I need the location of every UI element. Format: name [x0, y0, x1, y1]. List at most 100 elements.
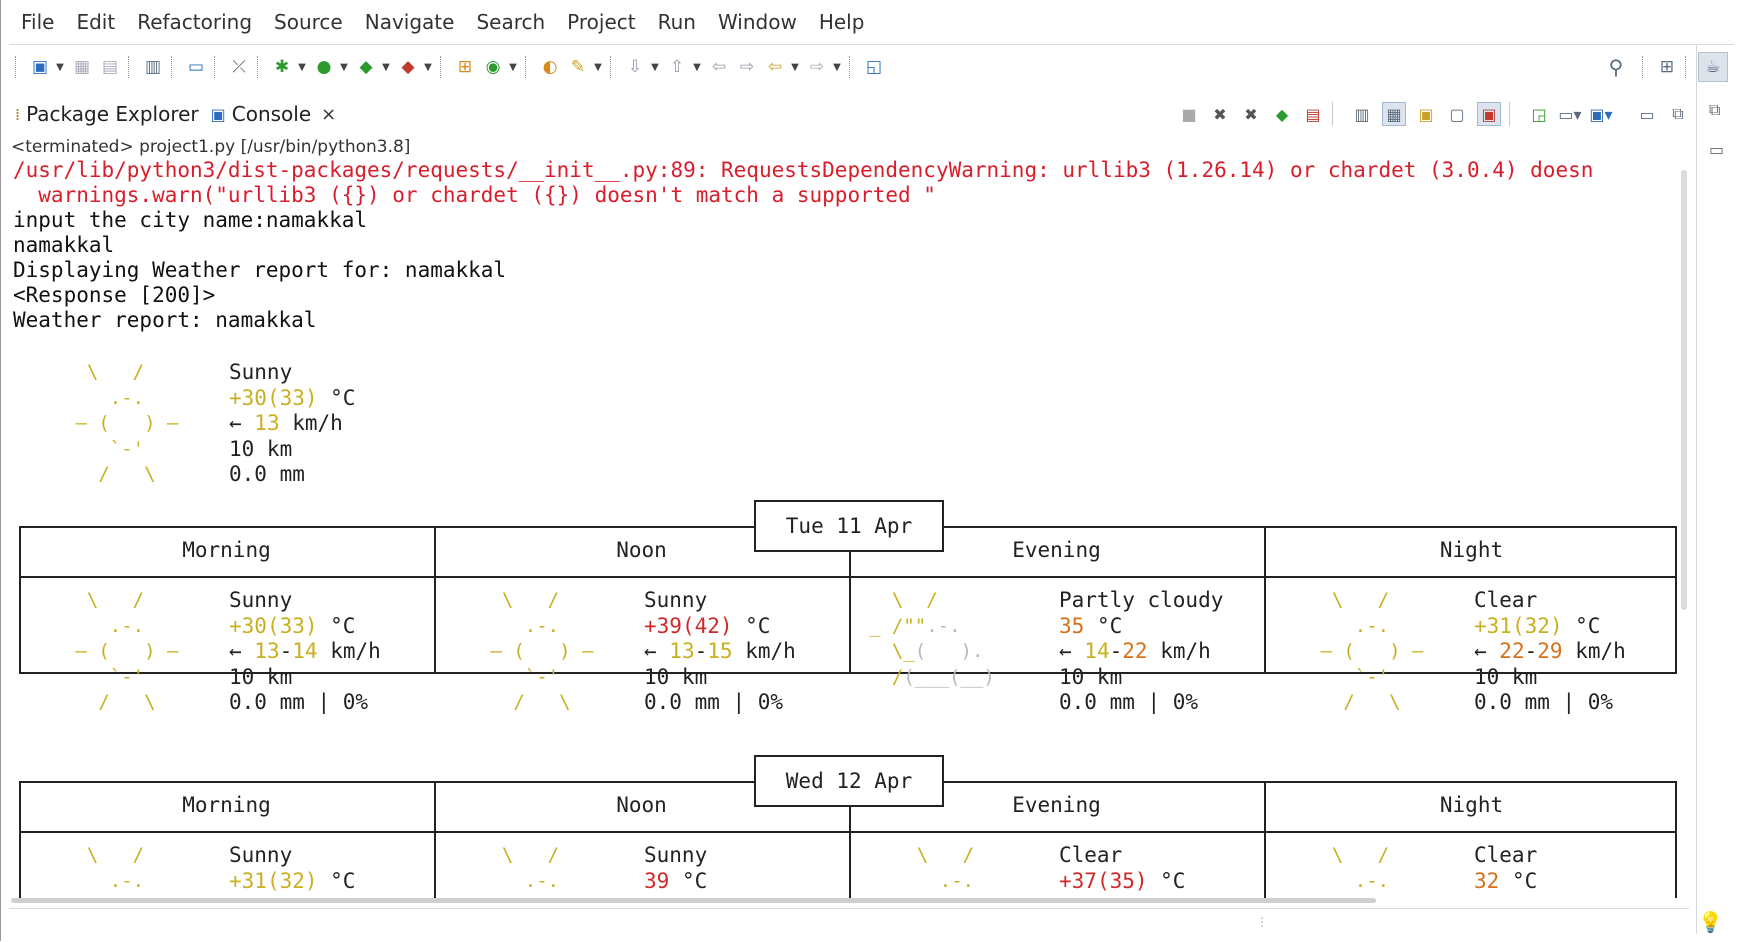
- lightbulb-icon[interactable]: 💡: [1698, 910, 1723, 934]
- toolbar-separator: [849, 56, 852, 78]
- tab-console[interactable]: ▣ Console ×: [204, 94, 343, 134]
- menu-navigate[interactable]: Navigate: [365, 10, 455, 34]
- terminate-icon[interactable]: ■: [1178, 103, 1200, 125]
- run-dropdown-icon[interactable]: ▼: [338, 55, 350, 79]
- clear-console-icon[interactable]: ▤: [1302, 103, 1324, 125]
- debug-icon[interactable]: ✱: [270, 55, 294, 79]
- skip-breakpoints-icon[interactable]: ⤫: [227, 55, 251, 79]
- precip: 0.0 mm | 0%: [644, 690, 784, 714]
- new-class-dropdown-icon[interactable]: ▼: [507, 55, 519, 79]
- search-tool-icon[interactable]: ✎: [566, 55, 590, 79]
- temp: +30: [229, 613, 267, 638]
- external-tools-icon[interactable]: ◆: [396, 55, 420, 79]
- coverage-icon[interactable]: ◆: [354, 55, 378, 79]
- debug-dropdown-icon[interactable]: ▼: [296, 55, 308, 79]
- back-icon[interactable]: ⇦: [763, 55, 787, 79]
- package-explorer-icon: ⁞: [15, 104, 21, 124]
- menu-project[interactable]: Project: [567, 10, 635, 34]
- forward-edit-icon[interactable]: ⇨: [735, 55, 759, 79]
- next-annotation-dropdown-icon[interactable]: ▼: [649, 55, 661, 79]
- period-header: Morning: [182, 793, 271, 817]
- wind-sep: -: [1524, 639, 1538, 663]
- sun-ascii-art: \ / .-.: [86, 844, 145, 892]
- display-selected-console-icon[interactable]: ◲: [1528, 103, 1550, 125]
- run-config-icon[interactable]: ◆: [1271, 103, 1293, 125]
- forward-dropdown-icon[interactable]: ▼: [831, 55, 843, 79]
- wind-min: 22: [1499, 639, 1525, 663]
- new-class-icon[interactable]: ◉: [481, 55, 505, 79]
- input-prompt-line: input the city name:namakkal: [13, 208, 368, 232]
- back-dropdown-icon[interactable]: ▼: [789, 55, 801, 79]
- open-console-dropdown-icon[interactable]: ▭▾: [1558, 103, 1581, 125]
- show-on-stderr-icon[interactable]: ▢: [1446, 103, 1468, 125]
- temp: 39: [644, 868, 670, 893]
- save-icon[interactable]: ▦: [70, 55, 94, 79]
- previous-annotation-dropdown-icon[interactable]: ▼: [691, 55, 703, 79]
- tab-label: Console: [231, 102, 312, 126]
- close-icon[interactable]: ×: [321, 104, 336, 125]
- external-tools-dropdown-icon[interactable]: ▼: [422, 55, 434, 79]
- new-icon[interactable]: ▣: [28, 55, 52, 79]
- remove-all-terminated-icon[interactable]: ✖: [1240, 103, 1262, 125]
- horizontal-scrollbar[interactable]: [11, 898, 1376, 903]
- run-icon[interactable]: ●: [312, 55, 336, 79]
- menu-search[interactable]: Search: [476, 10, 545, 34]
- console-output[interactable]: <terminated> project1.py [/usr/bin/pytho…: [9, 136, 1689, 898]
- outline-icon[interactable]: ▭: [1709, 140, 1724, 159]
- menu-help[interactable]: Help: [819, 10, 865, 34]
- feels-like: (32): [266, 868, 318, 893]
- menu-source[interactable]: Source: [274, 10, 343, 34]
- precip: 0.0 mm | 0%: [1474, 690, 1614, 714]
- previous-annotation-icon[interactable]: ⇧: [665, 55, 689, 79]
- new-package-icon[interactable]: ⊞: [453, 55, 477, 79]
- wind-min: 13: [254, 639, 280, 663]
- menu-window[interactable]: Window: [718, 10, 797, 34]
- temp-unit: °C: [1084, 613, 1123, 638]
- menu-bar: File Edit Refactoring Source Navigate Se…: [9, 4, 886, 40]
- current-wind: 13: [254, 411, 280, 435]
- open-type-icon[interactable]: ◐: [538, 55, 562, 79]
- word-wrap-icon[interactable]: ▦: [1382, 102, 1406, 126]
- scroll-lock-icon[interactable]: ▥: [1351, 103, 1373, 125]
- new-console-icon[interactable]: ▣▾: [1589, 103, 1612, 125]
- period-header: Noon: [616, 538, 667, 562]
- forward-icon[interactable]: ⇨: [805, 55, 829, 79]
- maximize-icon[interactable]: ⧉: [1667, 103, 1689, 125]
- vertical-scrollbar[interactable]: [1681, 170, 1687, 610]
- pin-console-icon[interactable]: ▣: [1477, 102, 1501, 126]
- search-icon[interactable]: ⚲: [1604, 55, 1628, 79]
- toolbar-separator: [128, 56, 131, 78]
- search-tool-dropdown-icon[interactable]: ▼: [592, 55, 604, 79]
- current-precip: 0.0 mm: [229, 462, 305, 486]
- wind-unit: km/h: [279, 411, 343, 435]
- menu-refactoring[interactable]: Refactoring: [137, 10, 252, 34]
- temp: +31: [1474, 613, 1512, 638]
- new-dropdown-icon[interactable]: ▼: [54, 55, 66, 79]
- forecast-cell: Sunny 39 °C: [644, 843, 707, 894]
- show-on-stdout-icon[interactable]: ▣: [1415, 103, 1437, 125]
- table-divider: [19, 576, 1677, 578]
- open-console-icon[interactable]: ▭: [184, 55, 208, 79]
- toolbar-separator: [171, 56, 174, 78]
- right-trim-stack: ⧉ ▭: [1696, 44, 1739, 934]
- save-all-icon[interactable]: ▤: [98, 55, 122, 79]
- remove-launch-icon[interactable]: ✖: [1209, 103, 1231, 125]
- condition: Sunny: [644, 843, 708, 867]
- minimize-icon[interactable]: ▭: [1636, 103, 1658, 125]
- print-icon[interactable]: ▥: [141, 55, 165, 79]
- menu-run[interactable]: Run: [658, 10, 696, 34]
- pin-editor-icon[interactable]: ◱: [862, 55, 886, 79]
- wind-max: 29: [1537, 639, 1563, 663]
- visibility: 10 km: [644, 664, 708, 689]
- next-annotation-icon[interactable]: ⇩: [623, 55, 647, 79]
- last-edit-icon[interactable]: ⇦: [707, 55, 731, 79]
- forecast-cell: Sunny +31(32) °C: [229, 843, 355, 894]
- restore-icon[interactable]: ⧉: [1709, 100, 1720, 120]
- coverage-dropdown-icon[interactable]: ▼: [380, 55, 392, 79]
- menu-file[interactable]: File: [21, 10, 54, 34]
- open-perspective-icon[interactable]: ⊞: [1655, 55, 1679, 79]
- menu-edit[interactable]: Edit: [76, 10, 115, 34]
- tab-package-explorer[interactable]: ⁞ Package Explorer: [9, 94, 205, 134]
- visibility: 10 km: [229, 664, 293, 689]
- response-line: <Response [200]>: [13, 283, 216, 307]
